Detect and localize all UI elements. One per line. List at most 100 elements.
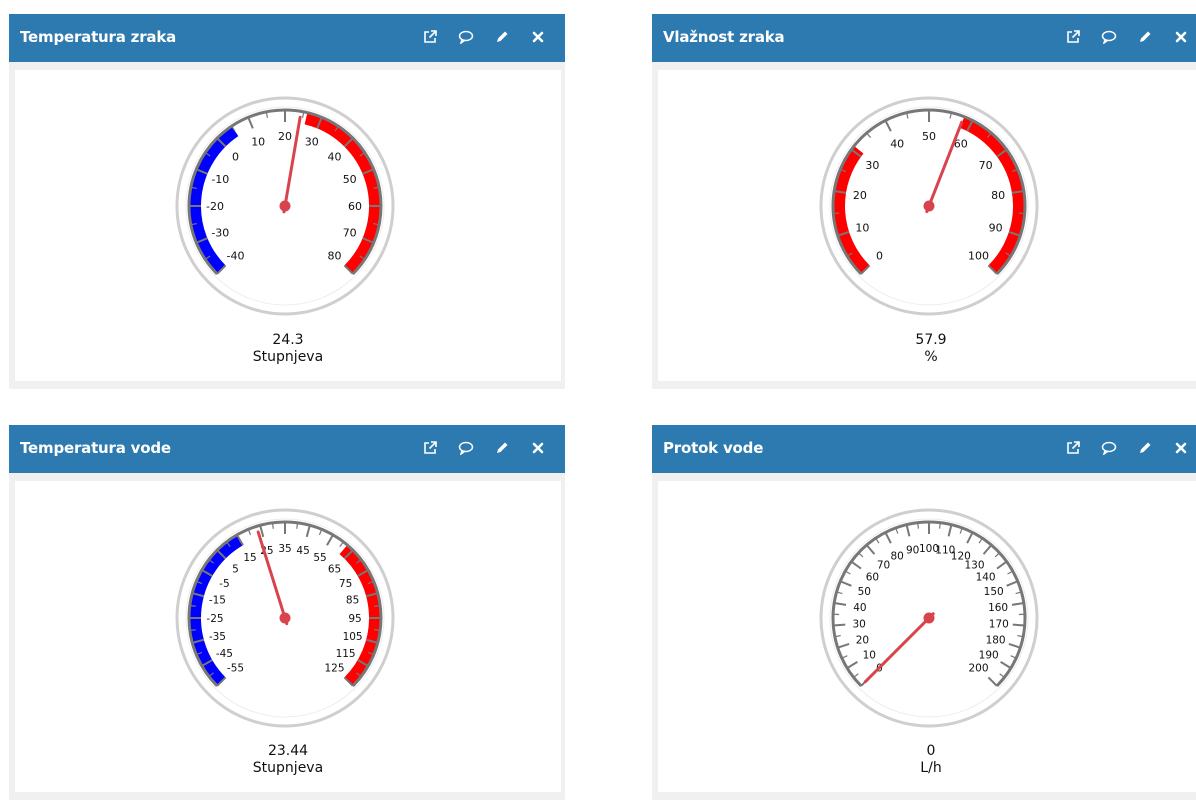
widget-title: Temperatura zraka [20,28,176,46]
gauge-major-tick [833,625,845,626]
gauge-unit: Stupnjeva [15,760,561,776]
gauge-tick-label: 45 [296,545,309,557]
gauge-minor-tick [190,605,196,606]
external-link-icon[interactable] [1064,437,1082,459]
gauge-tick-label: 0 [876,250,883,263]
gauge-tick-label: 10 [251,135,265,148]
gauge-tick-label: 130 [964,560,984,572]
widget-temperatura-zraka: Temperatura zraka -40-30-20-100102030405… [9,14,565,389]
widget-protok-vode: Protok vode 0102030405060708090100110120… [652,425,1196,800]
gauge-tick-label: 10 [863,649,876,661]
pencil-icon[interactable] [493,437,511,459]
gauge-tick-label: 50 [922,130,936,143]
gauge-tick-label: 75 [339,578,352,590]
gauge-tick-label: 160 [988,602,1008,614]
gauge-tick-label: 60 [866,572,879,584]
gauge-minor-tick [297,523,298,529]
gauge-tick-label: -20 [206,200,224,213]
gauge-tick-label: -10 [211,173,229,186]
widget-body: -55-45-35-25-15-551525354555657585951051… [15,481,561,792]
gauge-tick-label: -25 [206,613,223,625]
gauge-tick-label: 70 [877,560,890,572]
gauge-tick-label: 125 [324,662,344,674]
gauge-tick-label: 150 [984,586,1004,598]
close-icon[interactable] [529,437,547,459]
gauge-tick-label: 180 [986,634,1006,646]
gauge-tick-label: 80 [328,250,342,263]
gauge-tick-label: 105 [343,631,363,643]
gauge-needle-hub [280,201,291,212]
gauge-tick-label: -30 [211,227,229,240]
gauge-tick-label: 30 [865,159,879,172]
gauge-unit: Stupnjeva [15,349,561,365]
close-icon[interactable] [1172,437,1190,459]
gauge-tick-label: 5 [232,563,239,575]
gauge-tick-label: 40 [853,602,866,614]
gauge-value: 0 [658,743,1196,759]
gauge-minor-tick [272,523,273,529]
gauge-minor-tick [374,630,380,631]
gauge-tick-label: 40 [328,151,342,164]
widget-body: 0102030405060708090100 57.9 % [658,70,1196,381]
gauge-tick-label: 90 [989,222,1003,235]
gauge-tick-label: 10 [855,222,869,235]
gauge-tick-label: 100 [968,250,989,263]
gauge-tick-label: 30 [853,618,866,630]
comment-icon[interactable] [1100,437,1118,459]
gauge-value: 23.44 [15,743,561,759]
widget-vlaznost-zraka: Vlažnost zraka 0102030405060708090100 57… [652,14,1196,389]
gauge-tick-label: 15 [243,552,256,564]
gauge-unit: % [658,349,1196,365]
widget-body: 0102030405060708090100110120130140150160… [658,481,1196,792]
pencil-icon[interactable] [1136,26,1154,48]
pencil-icon[interactable] [1136,437,1154,459]
widget-toolbar [421,26,547,48]
close-icon[interactable] [1172,26,1190,48]
gauge-tick-label: 20 [853,189,867,202]
widget-toolbar [1064,26,1190,48]
gauge-tick-label: -35 [209,631,226,643]
gauge-tick-label: -55 [227,662,244,674]
gauge-tick-label: 30 [305,135,319,148]
gauge-minor-tick [374,605,380,606]
gauge-tick-label: 40 [890,138,904,151]
gauge-tick-label: 20 [278,130,292,143]
widget-title: Protok vode [663,439,763,457]
gauge-tick-label: 80 [991,189,1005,202]
close-icon[interactable] [529,26,547,48]
gauge-tick-label: 65 [328,563,341,575]
gauge-major-tick [1013,625,1025,626]
gauge-tick-label: 85 [346,595,359,607]
gauge-tick-label: -5 [219,578,229,590]
external-link-icon[interactable] [1064,26,1082,48]
gauge-tick-label: 115 [336,648,356,660]
gauge-tick-label: 50 [858,586,871,598]
gauge-tick-label: 140 [976,572,996,584]
pencil-icon[interactable] [493,26,511,48]
widget-temperatura-vode: Temperatura vode -55-45-35-25-15-5515253… [9,425,565,800]
gauge-tick-label: 190 [979,649,999,661]
widget-title: Temperatura vode [20,439,171,457]
widget-header: Protok vode [652,425,1196,473]
gauge-tick-label: -45 [216,648,233,660]
gauge-tick-label: 90 [906,545,919,557]
gauge-value: 57.9 [658,332,1196,348]
gauge-needle-hub [280,613,291,624]
comment-icon[interactable] [457,437,475,459]
widget-header: Vlažnost zraka [652,14,1196,62]
external-link-icon[interactable] [421,437,439,459]
gauge-tick-label: 60 [348,200,362,213]
gauge-needle-hub [924,201,935,212]
external-link-icon[interactable] [421,26,439,48]
widget-header: Temperatura vode [9,425,565,473]
gauge-value: 24.3 [15,332,561,348]
widget-toolbar [421,437,547,459]
gauge-tick-label: 55 [313,552,326,564]
gauge-tick-label: 20 [856,634,869,646]
widget-title: Vlažnost zraka [663,28,784,46]
gauge-tick-label: 0 [232,151,239,164]
comment-icon[interactable] [457,26,475,48]
comment-icon[interactable] [1100,26,1118,48]
gauge-minor-tick [918,523,919,529]
gauge-tick-label: 35 [278,543,291,555]
